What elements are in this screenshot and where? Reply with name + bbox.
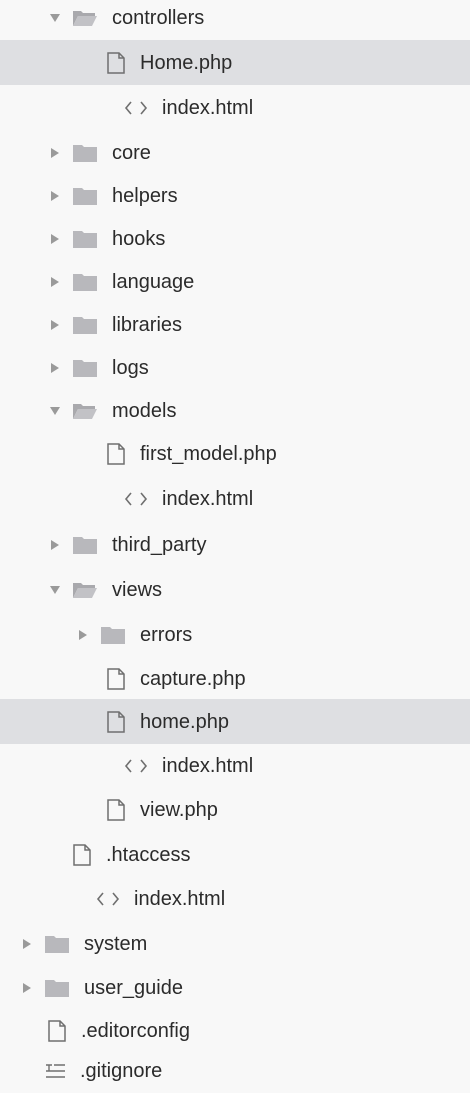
tree-folder-controllers[interactable]: controllers (0, 0, 470, 40)
tree-item-label: .gitignore (80, 1059, 163, 1082)
caret-right-icon[interactable] (50, 276, 60, 287)
code-icon (124, 758, 148, 774)
tree-folder-models[interactable]: models (0, 388, 470, 433)
tree-item-label: views (112, 578, 163, 601)
folder-icon (72, 535, 98, 555)
folder-icon (44, 978, 70, 998)
tree-file-view-php[interactable]: view.php (0, 787, 470, 832)
tree-file-index-html[interactable]: index.html (0, 85, 470, 130)
tree-file-gitignore[interactable]: .gitignore (0, 1048, 470, 1093)
tree-folder-logs[interactable]: logs (0, 345, 470, 390)
tree-item-label: language (112, 270, 195, 293)
caret-right-icon[interactable] (22, 982, 32, 993)
folder-icon (72, 143, 98, 163)
folder-icon (44, 934, 70, 954)
tree-file-capture-php[interactable]: capture.php (0, 656, 470, 701)
caret-right-icon[interactable] (50, 147, 60, 158)
tree-folder-errors[interactable]: errors (0, 612, 470, 657)
caret-right-icon[interactable] (78, 629, 88, 640)
tree-file-index-html[interactable]: index.html (0, 476, 470, 521)
tree-folder-core[interactable]: core (0, 130, 470, 175)
caret-right-icon[interactable] (50, 319, 60, 330)
tree-item-label: hooks (112, 227, 166, 250)
tree-item-label: third_party (112, 533, 207, 556)
tree-folder-hooks[interactable]: hooks (0, 216, 470, 261)
tree-item-label: view.php (140, 798, 218, 821)
file-icon (72, 843, 92, 866)
caret-down-icon[interactable] (50, 406, 60, 416)
file-icon (106, 710, 126, 733)
tree-folder-third-party[interactable]: third_party (0, 522, 470, 567)
file-icon (106, 667, 126, 690)
caret-right-icon[interactable] (50, 362, 60, 373)
tree-item-label: models (112, 399, 177, 422)
folder-icon (72, 272, 98, 292)
code-icon (96, 891, 120, 907)
folder-icon (100, 625, 126, 645)
tree-item-label: first_model.php (140, 442, 277, 465)
tree-item-label: libraries (112, 313, 183, 336)
tree-item-label: user_guide (84, 976, 183, 999)
tree-file-first-model-php[interactable]: first_model.php (0, 431, 470, 476)
tree-item-label: index.html (162, 754, 254, 777)
tree-folder-libraries[interactable]: libraries (0, 302, 470, 347)
code-icon (124, 100, 148, 116)
tree-folder-system[interactable]: system (0, 921, 470, 966)
file-tree: controllers Home.php index.html core hel… (0, 0, 470, 1088)
tree-folder-helpers[interactable]: helpers (0, 173, 470, 218)
tree-item-label: index.html (134, 887, 226, 910)
tree-item-label: index.html (162, 487, 254, 510)
tree-item-label: .editorconfig (81, 1019, 190, 1042)
file-icon (106, 798, 126, 821)
file-icon (106, 442, 126, 465)
caret-right-icon[interactable] (50, 539, 60, 550)
caret-right-icon[interactable] (50, 190, 60, 201)
tree-item-label: controllers (112, 6, 205, 29)
caret-down-icon[interactable] (50, 585, 60, 595)
caret-right-icon[interactable] (22, 938, 32, 949)
file-icon (47, 1019, 67, 1042)
folder-open-icon (72, 580, 98, 600)
tree-item-label: logs (112, 356, 149, 379)
tree-folder-views[interactable]: views (0, 567, 470, 612)
folder-icon (72, 186, 98, 206)
tree-item-label: helpers (112, 184, 178, 207)
tree-file-index-html[interactable]: index.html (0, 743, 470, 788)
tree-folder-user-guide[interactable]: user_guide (0, 965, 470, 1010)
tree-item-label: capture.php (140, 667, 246, 690)
tree-file-editorconfig[interactable]: .editorconfig (0, 1008, 470, 1053)
folder-icon (72, 358, 98, 378)
folder-open-icon (72, 8, 98, 28)
caret-down-icon[interactable] (50, 13, 60, 23)
tree-file-htaccess[interactable]: .htaccess (0, 832, 470, 877)
tree-file-index-html[interactable]: index.html (0, 876, 470, 921)
tree-file-home-php-view[interactable]: home.php (0, 699, 470, 744)
tree-item-label: index.html (162, 96, 254, 119)
code-icon (124, 491, 148, 507)
file-icon (106, 51, 126, 74)
tree-item-label: errors (140, 623, 193, 646)
tree-item-label: Home.php (140, 51, 233, 74)
folder-icon (72, 315, 98, 335)
tree-item-label: home.php (140, 710, 229, 733)
caret-right-icon[interactable] (50, 233, 60, 244)
tree-folder-language[interactable]: language (0, 259, 470, 304)
folder-open-icon (72, 401, 98, 421)
tree-item-label: .htaccess (106, 843, 191, 866)
folder-icon (72, 229, 98, 249)
tree-file-home-php[interactable]: Home.php (0, 40, 470, 85)
tree-item-label: core (112, 141, 151, 164)
list-icon (44, 1062, 66, 1080)
tree-item-label: system (84, 932, 148, 955)
